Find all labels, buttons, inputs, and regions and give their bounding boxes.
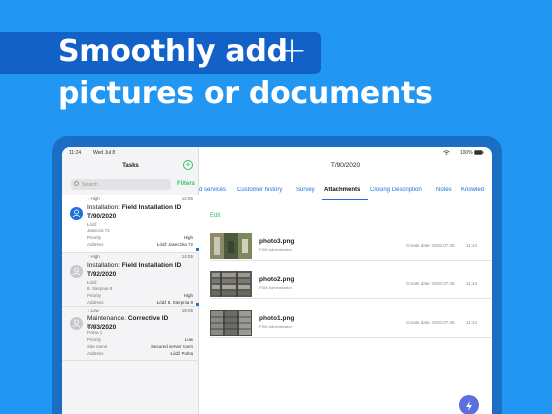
task-city: Łódź (87, 324, 97, 329)
task-field: Address Łódź Polna (87, 351, 193, 356)
high-priority-icon: ↑ (87, 254, 90, 259)
task-field: Priority High (87, 235, 193, 240)
avatar (70, 317, 83, 330)
attachment-author: FSM Administrator (259, 285, 292, 290)
task-priority: ↑ High (87, 196, 100, 201)
tab-services[interactable]: d services (199, 187, 226, 193)
attachment-thumbnail (210, 310, 252, 336)
task-item[interactable]: ↓ Low 15:05 Maintenance: Corrective ID T… (62, 307, 199, 361)
task-field: Site name Secured server room (87, 344, 193, 349)
low-priority-icon: ↓ (87, 308, 90, 313)
attachment-author: FSM Administrator (259, 247, 292, 252)
attachment-time: 11:14 (466, 320, 477, 325)
avatar (70, 207, 83, 220)
tab-customer-history[interactable]: Customer history (237, 187, 282, 193)
attachment-time: 11:14 (466, 243, 477, 248)
tab-notes[interactable]: Notes (436, 187, 452, 193)
attachment-thumbnail (210, 271, 252, 297)
task-time: 14:55 (181, 254, 193, 259)
headline-line-2: pictures or documents (58, 76, 433, 111)
tab-survey[interactable]: Survey (296, 187, 315, 193)
task-time: 15:05 (181, 308, 193, 313)
edit-button[interactable]: Edit (210, 213, 220, 219)
sidebar-title: Tasks (122, 163, 139, 169)
task-detail: T/90/2020 d services Customer history Su… (199, 147, 492, 414)
lightning-action-button[interactable] (459, 395, 479, 414)
attachment-row[interactable]: photo2.png FSM Administrator Create date… (210, 271, 492, 299)
task-field: Address Łódź 8. Sierpnia 8 (87, 300, 193, 305)
status-time: 11:24 (69, 150, 82, 156)
task-priority: ↑ High (87, 254, 100, 259)
attachment-name: photo3.png (259, 238, 295, 245)
attachment-time: 11:14 (466, 281, 477, 286)
high-priority-icon: ↑ (87, 196, 90, 201)
task-title: Installation: Field Installation ID T/92… (87, 262, 182, 278)
task-field: Priority High (87, 293, 193, 298)
task-city: Łódź (87, 280, 97, 285)
task-street: 8. Sierpnia 8 (87, 286, 113, 291)
status-date: Wed Jul 8 (93, 150, 116, 156)
headline-line-1: Smoothly add (58, 34, 288, 69)
task-priority: ↓ Low (87, 308, 99, 313)
tab-knowledge[interactable]: Knowled (461, 187, 484, 193)
filters-button[interactable]: Filters (177, 181, 195, 187)
tablet-screen: Tasks + Search Filters ↑ High 12:55 Inst… (62, 147, 492, 414)
add-task-button[interactable]: + (183, 160, 193, 170)
tab-bar: d services Customer history Survey Attac… (199, 187, 492, 201)
plus-icon: + (277, 30, 308, 71)
avatar (70, 265, 83, 278)
detail-title: T/90/2020 (330, 162, 361, 169)
attachment-thumbnail (210, 233, 252, 259)
attachment-row[interactable]: photo3.png FSM Administrator Create date… (210, 233, 492, 261)
lightning-icon (466, 400, 472, 411)
search-input[interactable]: Search (71, 179, 171, 190)
task-title: Maintenance: Corrective ID T/93/2020 (87, 315, 169, 331)
attachment-name: photo1.png (259, 315, 295, 322)
attachment-author: FSM Administrator (259, 324, 292, 329)
task-sidebar: Tasks + Search Filters ↑ High 12:55 Inst… (62, 147, 199, 414)
task-title: Installation: Field Installation ID T/90… (87, 204, 182, 220)
search-placeholder: Search (82, 182, 98, 188)
search-icon (74, 181, 79, 186)
task-street: Jasecza 72 (87, 228, 110, 233)
task-field: Priority Low (87, 337, 193, 342)
attachment-name: photo2.png (259, 276, 295, 283)
task-field: Address Łódź Jaseczka 72 (87, 242, 193, 247)
tab-attachments[interactable]: Attachments (324, 187, 360, 193)
attachment-date: Create date: 2020.07.08 (406, 243, 455, 248)
task-item[interactable]: ↑ High 12:55 Installation: Field Install… (62, 195, 199, 253)
tab-closing-description[interactable]: Closing Description (370, 187, 422, 193)
task-time: 12:55 (181, 196, 193, 201)
task-city: Łódź (87, 222, 97, 227)
task-street: Polna 1 (87, 330, 103, 335)
attachment-date: Create date: 2020.07.08 (406, 320, 455, 325)
active-tab-indicator (322, 199, 368, 200)
attachment-date: Create date: 2020.07.08 (406, 281, 455, 286)
attachment-row[interactable]: photo1.png FSM Administrator Create date… (210, 310, 492, 338)
task-item[interactable]: ↑ High 14:55 Installation: Field Install… (62, 253, 199, 307)
